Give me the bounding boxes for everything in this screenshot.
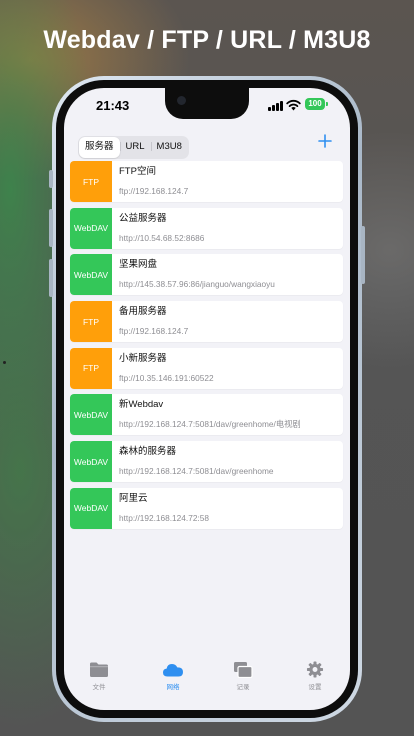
server-url: http://145.38.57.96:86/jianguo/wangxiaoy… (119, 279, 275, 290)
server-type-badge: WebDAV (70, 254, 112, 296)
decorative-dot (3, 361, 6, 364)
cloud-icon (163, 664, 183, 677)
server-name: 新Webdav (119, 399, 164, 411)
server-item[interactable]: WebDAV 新Webdav http://192.168.124.7:5081/… (70, 394, 343, 436)
server-type-badge: FTP (70, 347, 112, 389)
source-segmented-control[interactable]: 服务器 URL M3U8 (78, 136, 189, 159)
history-icon (234, 662, 253, 678)
segment-url[interactable]: URL (119, 137, 151, 158)
volume-up-button (49, 209, 53, 247)
tab-network[interactable]: 网络 (148, 661, 198, 691)
gear-icon (306, 661, 324, 678)
server-url: http://192.168.124.7:5081/dav/greenhome/… (119, 419, 301, 430)
tab-history[interactable]: 记录 (218, 661, 268, 691)
server-name: 森林的服务器 (119, 446, 177, 458)
server-type-badge: WebDAV (70, 441, 112, 483)
server-item[interactable]: FTP FTP空间 ftp://192.168.124.7 (70, 161, 343, 202)
cellular-signal-icon (268, 101, 284, 111)
server-url: http://192.168.124.72:58 (119, 512, 209, 523)
tab-bar: 文件 网络 记录 设置 (64, 657, 350, 710)
battery-indicator: 100 (305, 98, 328, 110)
silent-switch (49, 170, 53, 188)
status-time: 21:43 (96, 98, 130, 113)
server-type-badge: WebDAV (70, 394, 112, 436)
tab-history-label: 记录 (236, 684, 250, 691)
server-list: FTP FTP空间 ftp://192.168.124.7 WebDAV 公益服务… (70, 161, 343, 535)
phone-frame: 21:43 100 服务器 URL M3U8 FTP FTP空间 ftp://19… (49, 76, 365, 722)
server-url: ftp://192.168.124.7 (119, 186, 189, 196)
server-type-badge: FTP (70, 301, 112, 343)
server-type-badge: WebDAV (70, 487, 112, 529)
server-item[interactable]: WebDAV 森林的服务器 http://192.168.124.7:5081/d… (70, 441, 343, 483)
tab-files-label: 文件 (92, 684, 106, 691)
server-name: 备用服务器 (119, 306, 167, 318)
segment-m3u8[interactable]: M3U8 (150, 137, 188, 158)
camera-icon (177, 96, 186, 105)
tab-settings-label: 设置 (308, 684, 322, 691)
server-item[interactable]: FTP 小新服务器 ftp://10.35.146.191:60522 (70, 347, 343, 389)
server-item[interactable]: WebDAV 公益服务器 http://10.54.68.52:8686 (70, 207, 343, 249)
banner-title: Webdav / FTP / URL / M3U8 (43, 26, 371, 54)
server-name: 小新服务器 (119, 352, 167, 364)
segment-servers[interactable]: 服务器 (79, 137, 120, 158)
add-server-icon[interactable] (318, 134, 332, 148)
server-url: ftp://10.35.146.191:60522 (119, 372, 214, 383)
app-screen: 21:43 100 服务器 URL M3U8 FTP FTP空间 ftp://19… (64, 88, 350, 710)
server-item[interactable]: FTP 备用服务器 ftp://192.168.124.7 (70, 301, 343, 343)
server-url: ftp://192.168.124.7 (119, 326, 189, 337)
server-name: 阿里云 (119, 492, 148, 504)
server-url: http://10.54.68.52:8686 (119, 232, 205, 243)
folder-icon (90, 662, 108, 677)
dynamic-island (165, 88, 249, 119)
tab-files[interactable]: 文件 (74, 661, 124, 691)
server-url: http://192.168.124.7:5081/dav/greenhome (119, 466, 274, 477)
server-name: FTP空间 (119, 166, 156, 177)
tab-settings[interactable]: 设置 (290, 661, 340, 691)
power-button (361, 226, 365, 284)
server-name: 坚果网盘 (119, 259, 158, 271)
server-item[interactable]: WebDAV 坚果网盘 http://145.38.57.96:86/jiangu… (70, 254, 343, 296)
volume-down-button (49, 259, 53, 297)
server-item[interactable]: WebDAV 阿里云 http://192.168.124.72:58 (70, 487, 343, 529)
server-name: 公益服务器 (119, 212, 167, 224)
server-type-badge: WebDAV (70, 207, 112, 249)
wifi-icon (286, 99, 301, 111)
tab-network-label: 网络 (166, 684, 180, 691)
server-type-badge: FTP (70, 161, 112, 202)
